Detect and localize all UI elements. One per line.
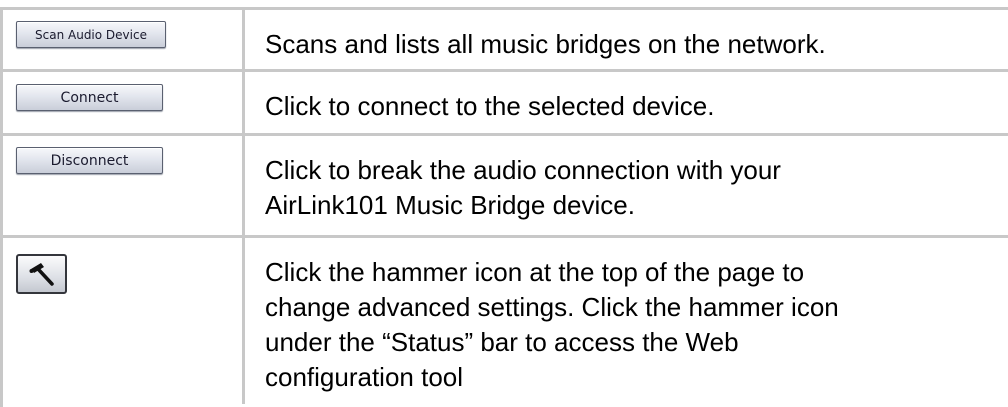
scan-audio-device-button[interactable]: Scan Audio Device bbox=[16, 21, 166, 48]
description-cell: Click to connect to the selected device. bbox=[245, 72, 1008, 133]
table-row: Click the hammer icon at the top of the … bbox=[3, 238, 1008, 404]
description-text: Click to connect to the selected device. bbox=[265, 91, 715, 121]
description-line: Click the hammer icon at the top of the … bbox=[265, 257, 805, 287]
button-reference-table: Scan Audio Device Scans and lists all mu… bbox=[0, 7, 1008, 407]
button-cell bbox=[3, 238, 245, 404]
description-line: Click to break the audio connection with… bbox=[265, 155, 781, 185]
hammer-icon bbox=[29, 263, 54, 286]
table-row: Connect Click to connect to the selected… bbox=[3, 72, 1008, 136]
description-line: AirLink101 Music Bridge device. bbox=[265, 190, 635, 220]
description-cell: Click the hammer icon at the top of the … bbox=[245, 238, 1008, 404]
button-cell: Connect bbox=[3, 72, 245, 133]
button-cell: Disconnect bbox=[3, 136, 245, 235]
description-line: change advanced settings. Click the hamm… bbox=[265, 292, 839, 322]
disconnect-button[interactable]: Disconnect bbox=[16, 147, 163, 174]
connect-button[interactable]: Connect bbox=[16, 84, 163, 111]
description-text: Scans and lists all music bridges on the… bbox=[265, 29, 826, 59]
hammer-button[interactable] bbox=[16, 254, 67, 294]
description-line: configuration tool bbox=[265, 362, 464, 392]
table-row: Disconnect Click to break the audio conn… bbox=[3, 136, 1008, 238]
description-cell: Click to break the audio connection with… bbox=[245, 136, 1008, 235]
table-row: Scan Audio Device Scans and lists all mu… bbox=[3, 10, 1008, 72]
button-cell: Scan Audio Device bbox=[3, 10, 245, 69]
description-line: under the “Status” bar to access the Web bbox=[265, 327, 739, 357]
description-cell: Scans and lists all music bridges on the… bbox=[245, 10, 1008, 69]
